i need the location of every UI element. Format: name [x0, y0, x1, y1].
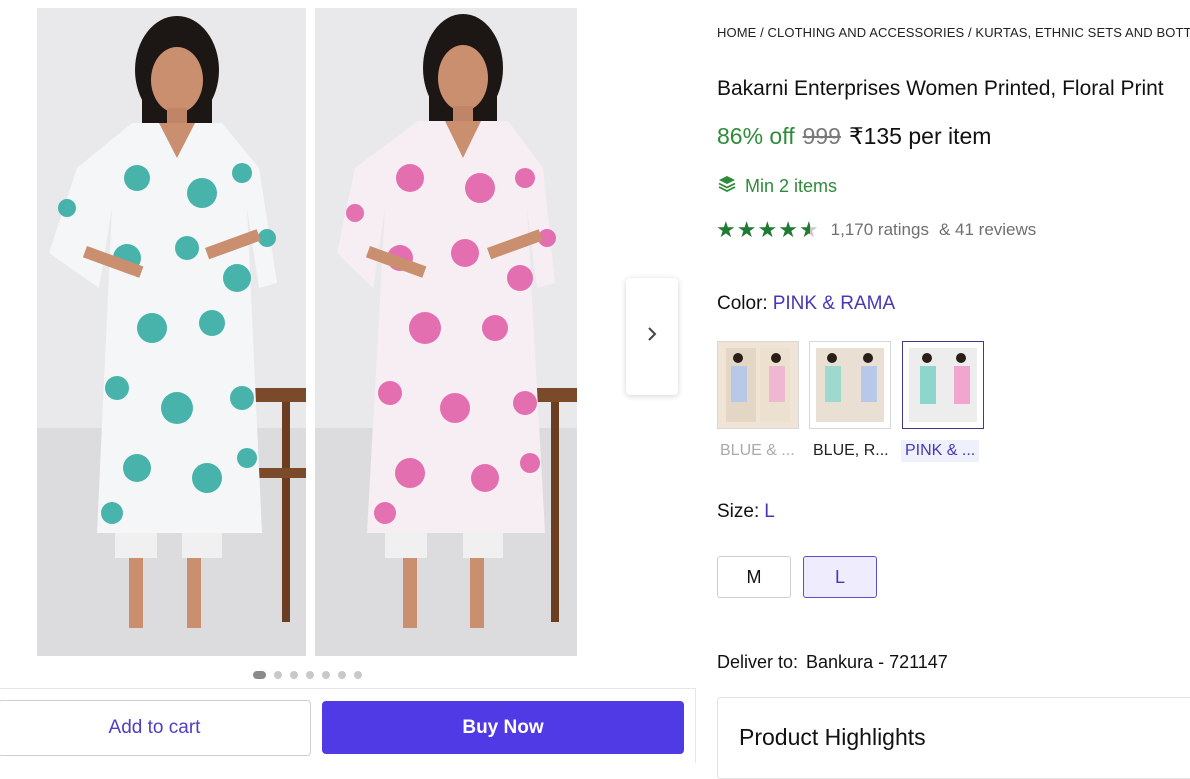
color-option-label[interactable]: BLUE, R... — [809, 440, 893, 462]
color-label-row: Color: PINK & RAMA — [717, 293, 895, 315]
chevron-right-icon — [645, 324, 659, 349]
deliver-label: Deliver to: — [717, 652, 799, 672]
color-swatch-pink-rama[interactable] — [902, 341, 984, 429]
star-icon: ★ — [778, 217, 798, 242]
selling-price: ₹135 per item — [848, 123, 992, 149]
mrp-price: 999 — [802, 123, 841, 149]
rating-row[interactable]: ★ ★ ★ ★ ★ 1,170 ratings & 41 reviews — [716, 219, 1036, 241]
size-option-l[interactable]: L — [803, 556, 877, 598]
color-label: Color: — [717, 293, 768, 314]
breadcrumb-home[interactable]: HOME — [717, 25, 756, 40]
color-swatch-blue-rama[interactable] — [809, 341, 891, 429]
pagination-dot[interactable] — [290, 671, 298, 679]
gallery-pagination — [253, 671, 362, 679]
color-option-label[interactable]: BLUE & ... — [716, 440, 799, 462]
delivery-location: Bankura - 721147 — [806, 652, 948, 672]
pagination-dot[interactable] — [354, 671, 362, 679]
star-half-icon: ★ — [798, 217, 819, 242]
size-label-row: Size: L — [717, 501, 775, 523]
color-selected-value: PINK & RAMA — [772, 293, 896, 314]
min-items-text: Min 2 items — [745, 176, 838, 196]
min-items-info: Min 2 items — [717, 174, 837, 199]
reviews-count: & 41 reviews — [938, 220, 1037, 239]
pagination-dot[interactable] — [306, 671, 314, 679]
star-icon: ★ — [757, 217, 778, 242]
buy-now-button[interactable]: Buy Now — [322, 701, 684, 754]
discount-percent: 86% off — [717, 123, 795, 149]
layers-icon — [717, 174, 737, 199]
pagination-dot[interactable] — [274, 671, 282, 679]
product-image-pink[interactable] — [315, 8, 577, 656]
rating-stars: ★ ★ ★ ★ ★ — [716, 219, 819, 241]
size-selected-value: L — [764, 501, 775, 522]
product-title: Bakarni Enterprises Women Printed, Flora… — [717, 77, 1164, 100]
size-option-m[interactable]: M — [717, 556, 791, 598]
breadcrumb: HOME / CLOTHING AND ACCESSORIES / KURTAS… — [717, 25, 1190, 40]
star-icon: ★ — [716, 217, 736, 242]
pagination-dot[interactable] — [322, 671, 330, 679]
color-swatch-blue-pink[interactable] — [717, 341, 799, 429]
breadcrumb-clothing[interactable]: CLOTHING AND ACCESSORIES — [768, 25, 965, 40]
product-image-teal[interactable] — [37, 8, 306, 656]
color-option-label[interactable]: PINK & ... — [901, 440, 980, 462]
price-row: 86% off 999 ₹135 per item — [717, 123, 991, 150]
add-to-cart-button[interactable]: Add to cart — [0, 700, 311, 756]
size-label: Size: — [717, 501, 760, 522]
ratings-count: 1,170 ratings — [830, 220, 929, 239]
pagination-dot[interactable] — [253, 671, 266, 679]
gallery-next-button[interactable] — [626, 278, 678, 395]
delivery-info[interactable]: Deliver to: Bankura - 721147 — [717, 652, 948, 673]
product-highlights-title: Product Highlights — [739, 724, 926, 750]
breadcrumb-kurtas[interactable]: KURTAS, ETHNIC SETS AND BOTTOMS — [975, 25, 1190, 40]
star-icon: ★ — [736, 217, 757, 242]
pagination-dot[interactable] — [338, 671, 346, 679]
